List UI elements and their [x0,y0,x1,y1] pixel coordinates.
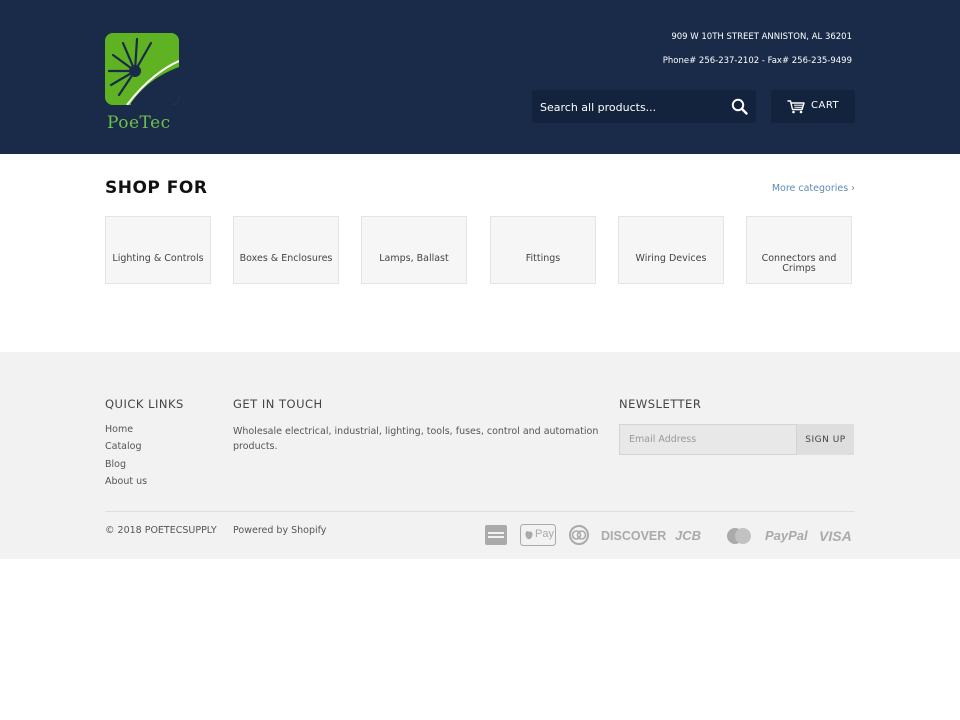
quick-links-heading: QUICK LINKS [105,397,184,411]
category-label: Connectors and Crimps [761,253,837,274]
logo-leaf-icon [105,33,179,105]
footer-link-catalog[interactable]: Catalog [105,441,205,458]
footer-divider [105,511,855,512]
cart-label: CART [811,100,840,111]
american-express-icon [485,524,507,546]
diners-club-icon [568,524,590,546]
newsletter-heading: NEWSLETTER [619,397,702,411]
site-header: PoeTec 909 W 10TH STREET ANNISTON, AL 36… [0,0,960,154]
more-categories-link[interactable]: More categories › [772,183,855,194]
site-footer: QUICK LINKS Home Catalog Blog About us G… [0,352,960,559]
discover-icon: DISCOVER [601,529,667,543]
category-label: Fittings [525,253,561,264]
paypal-icon: PayPal [765,528,808,543]
jcb-icon: JCB [675,528,702,543]
search-input[interactable] [540,98,720,116]
category-label: Wiring Devices [635,253,707,264]
category-list: Lighting & Controls Boxes & Enclosures L… [105,216,855,284]
copyright: © 2018 POETECSUPPLY [105,525,217,536]
search-icon[interactable] [730,97,750,117]
category-label: Boxes & Enclosures [239,253,333,264]
footer-link-about-us[interactable]: About us [105,476,205,493]
category-label: Lamps, Ballast [379,253,449,264]
visa-icon: VISA [819,528,852,544]
apple-pay-icon: Pay [520,524,556,546]
category-boxes-enclosures[interactable]: Boxes & Enclosures [233,216,339,284]
logo-text: PoeTec [107,113,171,133]
shop-for-title: SHOP FOR [105,178,208,198]
newsletter-signup-button[interactable]: SIGN UP [797,424,854,455]
powered-by-shopify-link[interactable]: Powered by Shopify [233,525,326,536]
mastercard-icon [725,525,753,547]
store-address: 909 W 10TH STREET ANNISTON, AL 36201 [671,32,852,42]
get-in-touch-heading: GET IN TOUCH [233,397,323,411]
cart-button[interactable]: CART [771,90,855,123]
category-lighting-controls[interactable]: Lighting & Controls [105,216,211,284]
cart-icon [787,99,805,114]
category-fittings[interactable]: Fittings [490,216,596,284]
get-in-touch-text: Wholesale electrical, industrial, lighti… [233,426,599,452]
store-phone: Phone# 256-237-2102 - Fax# 256-235-9499 [662,56,852,66]
quick-links-list: Home Catalog Blog About us [105,424,205,493]
category-label: Lighting & Controls [112,253,204,264]
footer-link-blog[interactable]: Blog [105,459,205,476]
search-form [532,90,756,123]
category-wiring-devices[interactable]: Wiring Devices [618,216,724,284]
category-lamps-ballast[interactable]: Lamps, Ballast [361,216,467,284]
apple-pay-label: Pay [535,528,554,540]
newsletter-email-input[interactable] [619,424,797,455]
store-logo[interactable]: PoeTec [105,33,181,133]
category-connectors-crimps[interactable]: Connectors and Crimps [746,216,852,284]
footer-link-home[interactable]: Home [105,424,205,441]
